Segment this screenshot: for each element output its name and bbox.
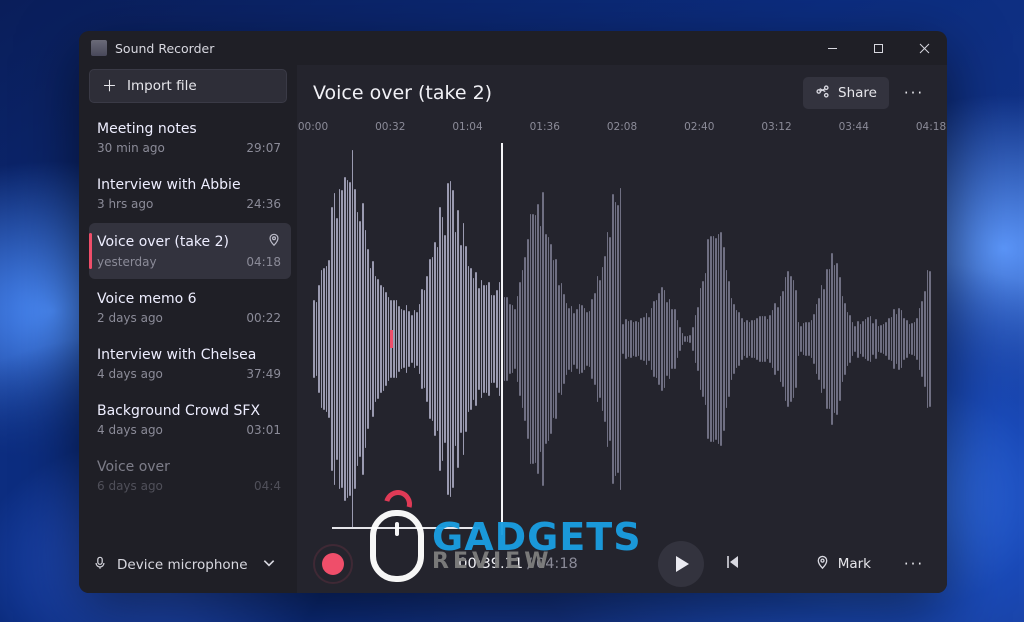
recording-item-duration: 03:01 [246,423,281,437]
recording-item-title: Voice over (take 2) [97,234,229,250]
waveform[interactable] [313,143,931,535]
recording-item[interactable]: Interview with Abbie 3 hrs ago 24:36 [89,167,291,221]
recording-item-title: Meeting notes [97,121,197,137]
right-controls: Mark ··· [803,548,931,580]
recording-item-subtitle: 3 hrs ago [97,197,153,211]
plus-icon: ＋ [102,79,117,94]
recording-item[interactable]: Background Crowd SFX 4 days ago 03:01 [89,393,291,447]
import-file-button[interactable]: ＋ Import file [89,69,287,103]
restart-button[interactable] [724,553,742,575]
playhead[interactable] [501,143,503,535]
playback-controls [658,541,742,587]
recording-item-subtitle: yesterday [97,255,157,269]
watermark: GADGETS REVIEW [370,510,642,582]
recording-item-duration: 00:22 [246,311,281,325]
mark-label: Mark [838,556,871,572]
ruler-tick: 02:40 [684,121,714,133]
recording-item-subtitle: 4 days ago [97,367,163,381]
main-header: Voice over (take 2) Share ··· [297,65,947,121]
play-button[interactable] [658,541,704,587]
ruler-tick: 02:08 [607,121,637,133]
mark-button[interactable]: Mark [803,548,883,580]
recording-item-duration: 37:49 [246,367,281,381]
watermark-line2: REVIEW [432,553,642,572]
recording-title: Voice over (take 2) [313,82,492,104]
mouse-icon [370,510,424,582]
ruler-tick: 00:00 [298,121,328,133]
recording-item[interactable]: Meeting notes 30 min ago 29:07 [89,111,291,165]
record-button[interactable] [313,544,353,584]
chevron-down-icon [262,556,276,574]
recording-item[interactable]: Voice over 6 days ago 04:4 [89,449,291,503]
location-icon [267,233,281,251]
microphone-icon [93,556,107,574]
recording-item-duration: 04:18 [246,255,281,269]
waveform-area[interactable] [313,143,931,535]
microphone-label: Device microphone [117,557,248,573]
watermark-line1: GADGETS [432,521,642,553]
import-label: Import file [127,78,197,94]
recording-item-title: Interview with Chelsea [97,347,256,363]
recording-item-duration: 24:36 [246,197,281,211]
ruler-tick: 03:44 [839,121,869,133]
recording-item-subtitle: 4 days ago [97,423,163,437]
recording-item-duration: 29:07 [246,141,281,155]
maximize-button[interactable] [855,31,901,65]
ruler-tick: 01:36 [530,121,560,133]
window-controls [809,31,947,65]
playback-more-button[interactable]: ··· [897,548,931,580]
app-icon [91,40,107,56]
recording-item-title: Voice over [97,459,170,475]
record-icon [322,553,344,575]
microphone-selector[interactable]: Device microphone [89,543,287,587]
ellipsis-icon: ··· [904,84,924,102]
more-options-button[interactable]: ··· [897,77,931,109]
ruler-tick: 00:32 [375,121,405,133]
ruler-tick: 04:18 [916,121,946,133]
close-button[interactable] [901,31,947,65]
titlebar[interactable]: Sound Recorder [79,31,947,65]
recording-item-title: Interview with Abbie [97,177,241,193]
recording-item-title: Background Crowd SFX [97,403,260,419]
play-icon [676,556,689,572]
ellipsis-icon: ··· [904,555,924,573]
time-ruler[interactable]: 00:0000:3201:0401:3602:0802:4003:1203:44… [313,121,931,139]
recording-item[interactable]: Voice memo 6 2 days ago 00:22 [89,281,291,335]
sound-recorder-window: Sound Recorder ＋ Import file M [79,31,947,593]
recording-item-subtitle: 2 days ago [97,311,163,325]
ruler-tick: 01:04 [452,121,482,133]
recording-item-duration: 04:4 [254,479,281,493]
minimize-button[interactable] [809,31,855,65]
sidebar: ＋ Import file Meeting notes 30 min ago 29:… [79,65,297,593]
recording-item[interactable]: Voice over (take 2) yesterday 04:18 [89,223,291,279]
recording-item[interactable]: Interview with Chelsea 4 days ago 37:49 [89,337,291,391]
bookmark-marker[interactable] [390,330,393,348]
recordings-list[interactable]: Meeting notes 30 min ago 29:07 Interview wi… [89,111,291,543]
app-title: Sound Recorder [115,41,214,56]
location-icon [815,555,830,574]
recording-item-subtitle: 6 days ago [97,479,163,493]
share-button[interactable]: Share [803,77,889,109]
share-icon [815,84,830,103]
recording-item-title: Voice memo 6 [97,291,197,307]
recording-item-subtitle: 30 min ago [97,141,165,155]
waveform-bars [313,143,931,535]
ruler-tick: 03:12 [761,121,791,133]
share-label: Share [838,85,877,101]
